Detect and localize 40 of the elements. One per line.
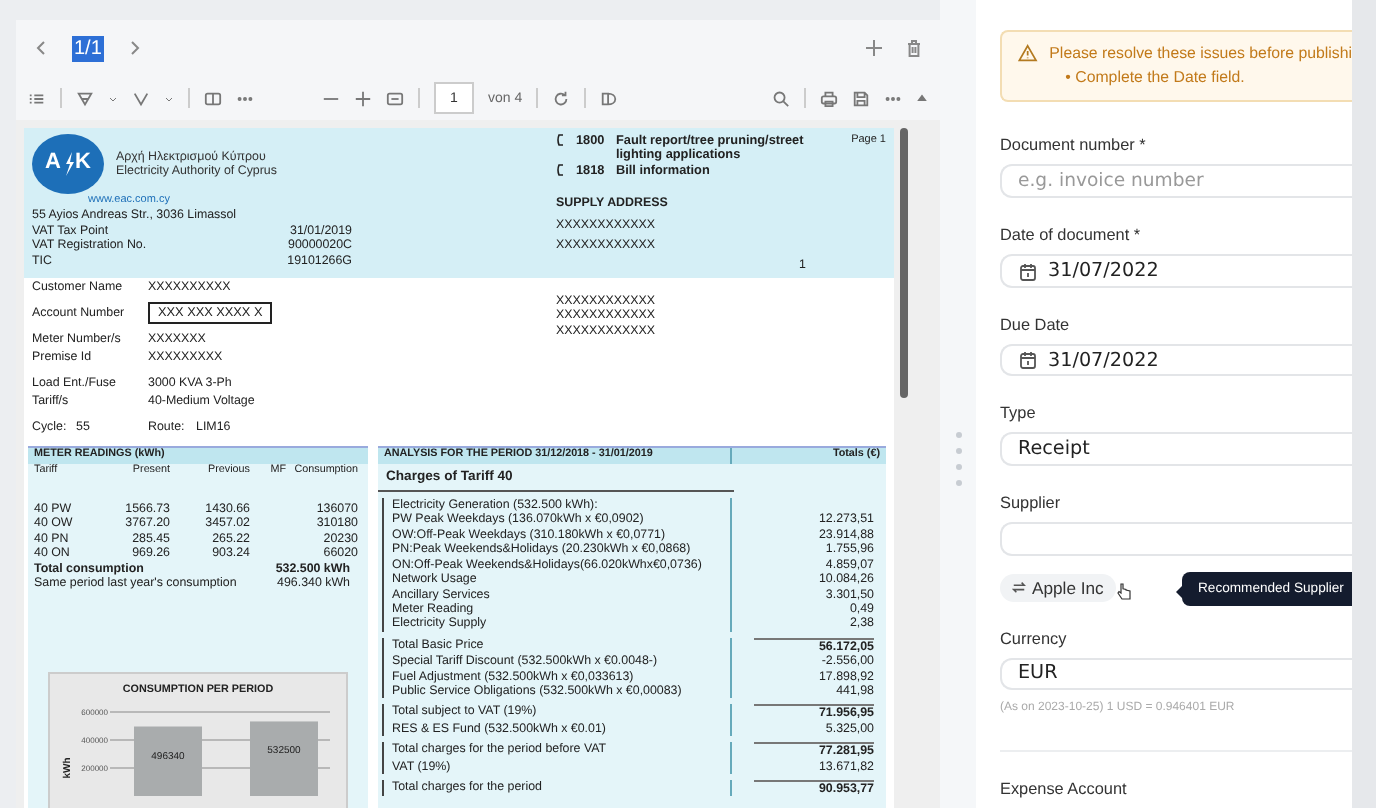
text-field[interactable]: e.g. invoice number [1000,164,1352,199]
scroll-up-icon[interactable] [916,92,928,104]
field-label: Supplier [1000,494,1063,513]
company-logo: A K [32,134,104,194]
rotate-icon[interactable] [552,89,571,107]
zoom-in-icon[interactable] [354,89,372,107]
field-label: Type [1000,404,1038,423]
search-icon[interactable] [772,89,790,107]
field-label: Date of document * [1000,226,1143,245]
supplier-field[interactable] [1000,522,1352,556]
select-field[interactable]: Receipt [1000,432,1352,467]
columns-icon[interactable] [204,89,222,107]
highlighter-icon[interactable] [76,89,94,107]
chart-bar [134,725,202,795]
book-icon[interactable] [600,89,619,107]
swap-icon [1012,580,1026,595]
date-field[interactable]: 31/07/2022 [1000,343,1352,377]
select-field[interactable]: EUR [1000,657,1352,691]
date-field[interactable]: 31/07/2022 [1000,254,1352,288]
field-label: Document number * [1000,136,1148,154]
calendar-icon [1018,261,1038,282]
field-label: Due Date [1000,315,1072,334]
print-icon[interactable] [820,89,838,107]
hand-cursor-icon [1116,581,1132,600]
add-icon[interactable] [864,38,884,58]
fit-width-icon[interactable] [386,89,404,107]
chart-bar [250,720,318,795]
pen-icon[interactable] [132,89,150,107]
list-icon[interactable] [28,89,46,107]
calendar-icon [1018,350,1038,371]
warning-icon [1018,44,1038,62]
page-label: 1/1 [72,35,104,61]
suggestion-chip[interactable]: Apple Inc [1000,573,1116,602]
trash-icon[interactable] [904,38,924,58]
phone-icon [556,163,564,176]
scrollbar-thumb[interactable] [900,128,908,398]
field-label: Expense Account [1000,779,1129,798]
save-icon[interactable] [852,89,870,107]
field-label: Currency [1000,629,1069,648]
phone-icon [556,134,564,146]
